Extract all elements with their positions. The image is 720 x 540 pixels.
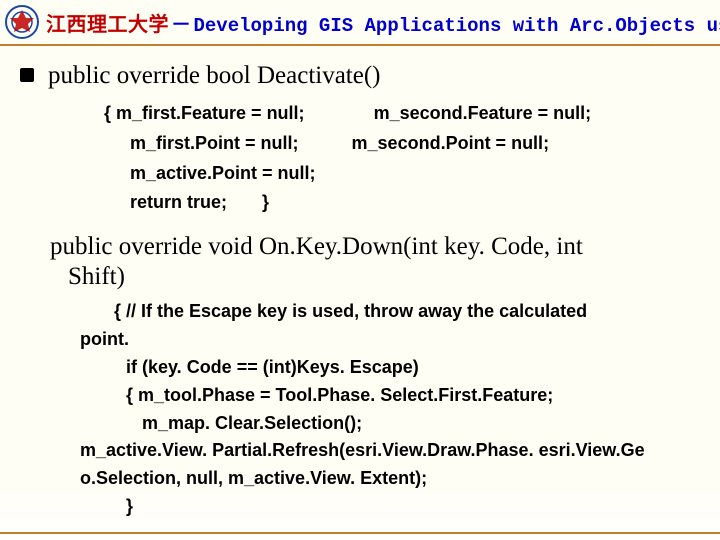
header: 江西理工大学－Developing GIS Applications with … — [0, 0, 720, 46]
method-signature-1: public override bool Deactivate() — [48, 60, 381, 91]
bullet-item-1: public override bool Deactivate() — [14, 60, 706, 91]
code-line: { // If the Escape key is used, throw aw… — [80, 298, 696, 326]
code-block-1: { m_first.Feature = null; m_second.Featu… — [104, 99, 706, 218]
code-line: { m_tool.Phase = Tool.Phase. Select.Firs… — [80, 382, 696, 410]
code-line: o.Selection, null, m_active.View. Extent… — [80, 465, 696, 493]
footer-divider — [0, 532, 720, 534]
university-logo — [4, 4, 40, 40]
bullet-icon — [20, 68, 34, 82]
course-title: Developing GIS Applications with Arc.Obj… — [194, 15, 720, 37]
code-line: } — [262, 192, 269, 212]
code-line: if (key. Code == (int)Keys. Escape) — [80, 354, 696, 382]
method-signature-2b: Shift) — [50, 262, 690, 292]
code-line: { m_first.Feature = null; — [104, 103, 305, 123]
method-signature-2a: public override void On.Key.Down(int key… — [50, 233, 583, 260]
header-separator: － — [171, 14, 192, 36]
bullet-item-2: public override void On.Key.Down(int key… — [50, 232, 690, 292]
code-line: return true; — [130, 192, 227, 212]
code-line: } — [80, 493, 696, 521]
code-line: m_first.Point = null; — [130, 133, 299, 153]
code-line: m_map. Clear.Selection(); — [80, 410, 696, 438]
code-line: m_active.Point = null; — [130, 163, 316, 183]
slide: 江西理工大学－Developing GIS Applications with … — [0, 0, 720, 540]
code-line: m_active.View. Partial.Refresh(esri.View… — [80, 437, 696, 465]
code-line: m_second.Feature = null; — [374, 99, 592, 129]
code-line: point. — [80, 326, 696, 354]
slide-body: public override bool Deactivate() { m_fi… — [0, 46, 720, 521]
header-text: 江西理工大学－Developing GIS Applications with … — [46, 8, 720, 37]
code-line: m_second.Point = null; — [352, 129, 550, 159]
code-block-2: { // If the Escape key is used, throw aw… — [80, 298, 696, 521]
university-name: 江西理工大学 — [46, 14, 169, 36]
